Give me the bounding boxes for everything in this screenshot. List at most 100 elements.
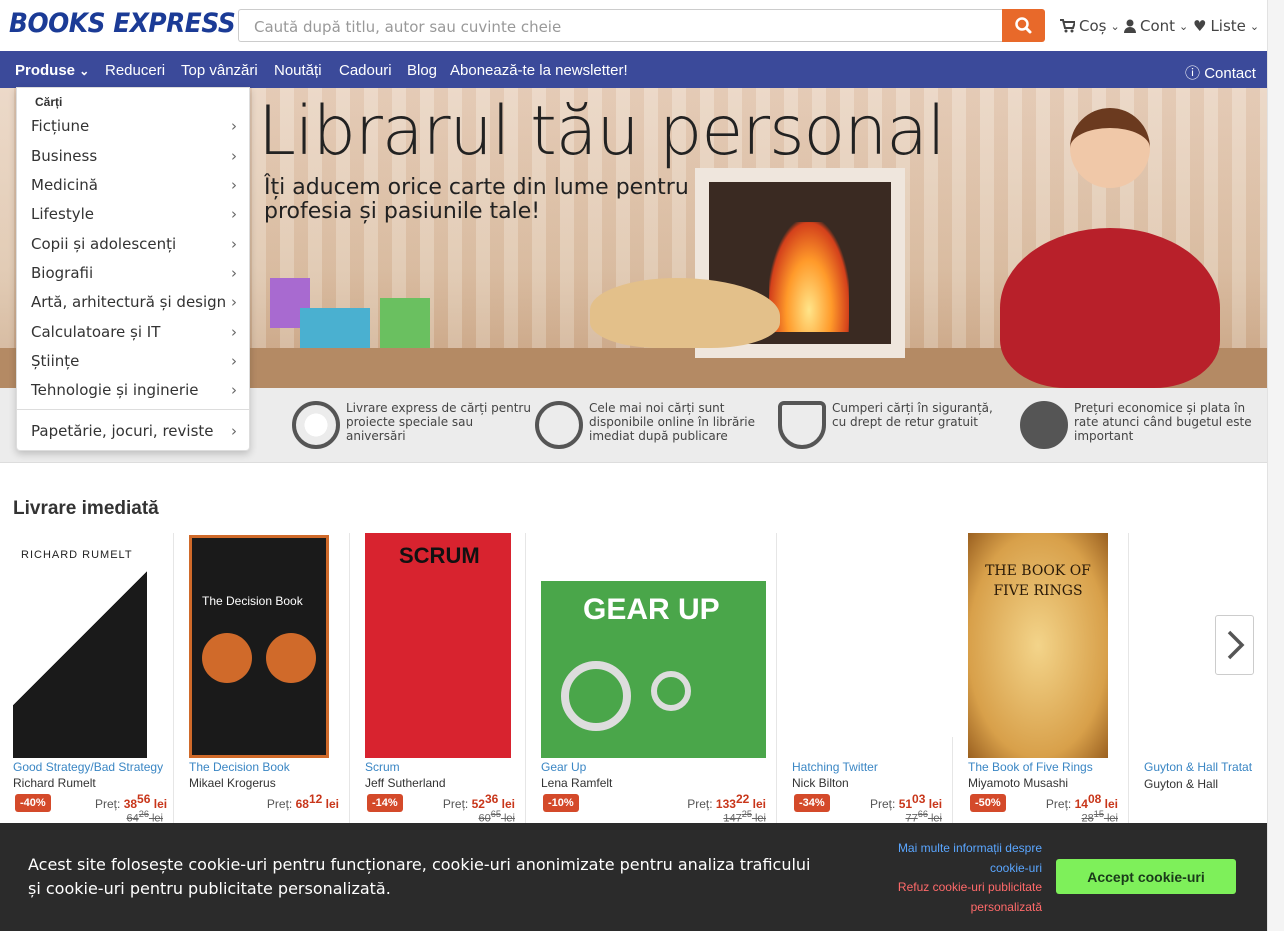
product-author: Lena Ramfelt bbox=[541, 776, 613, 790]
dropdown-item-label: Științe bbox=[31, 352, 80, 370]
product-title[interactable]: Scrum bbox=[365, 760, 515, 774]
product-divider bbox=[525, 533, 526, 823]
account-label: Cont bbox=[1140, 17, 1176, 35]
cookie-text: Acest site folosește cookie-uri pentru f… bbox=[28, 855, 811, 898]
product-author: Mikael Krogerus bbox=[189, 776, 276, 790]
product-title[interactable]: Gear Up bbox=[541, 760, 691, 774]
old-price-dec: 66 bbox=[917, 809, 928, 819]
girl-illustration bbox=[1070, 108, 1150, 188]
dropdown-item-label: Medicină bbox=[31, 176, 98, 194]
price-label: Preț: bbox=[266, 797, 293, 811]
book-cover[interactable]: GEAR UP bbox=[541, 581, 766, 758]
old-price-dec: 15 bbox=[1093, 809, 1104, 819]
dropdown-item-label: Papetărie, jocuri, reviste bbox=[31, 422, 214, 440]
globe-delivery-icon bbox=[292, 401, 340, 449]
nav-item-noutati[interactable]: Noutăți bbox=[274, 62, 322, 79]
feature-text: Cele mai noi cărți sunt disponibile onli… bbox=[589, 401, 755, 443]
product-author: Guyton & Hall bbox=[1144, 777, 1219, 791]
nav-contact[interactable]: ⓘ Contact bbox=[1185, 62, 1256, 83]
product-divider bbox=[1128, 533, 1129, 823]
dropdown-item-label: Lifestyle bbox=[31, 205, 95, 223]
dropdown-item-label: Calculatoare și IT bbox=[31, 323, 161, 341]
arrow-left-icon bbox=[202, 633, 252, 683]
nav-item-blog[interactable]: Blog bbox=[407, 62, 437, 79]
fire-illustration bbox=[769, 222, 849, 332]
dropdown-item-fictiune[interactable]: Ficțiune › bbox=[31, 117, 237, 135]
nav-products-label: Produse bbox=[15, 62, 76, 79]
chevron-down-icon: ⌄ bbox=[1249, 19, 1260, 33]
user-icon bbox=[1124, 19, 1136, 33]
dropdown-item-label: Ficțiune bbox=[31, 117, 90, 135]
chair-illustration bbox=[1000, 228, 1220, 388]
dropdown-item-arta[interactable]: Artă, arhitectură și design › bbox=[31, 293, 237, 311]
chevron-right-icon: › bbox=[231, 205, 237, 223]
feature-text: Livrare express de cărți pentru proiecte… bbox=[346, 401, 531, 443]
product-divider bbox=[173, 533, 174, 823]
product-title[interactable]: The Decision Book bbox=[189, 760, 339, 774]
product-title[interactable]: The Book of Five Rings bbox=[968, 760, 1118, 774]
section-title: Livrare imediată bbox=[13, 498, 159, 519]
info-icon: ⓘ bbox=[1185, 65, 1201, 82]
dropdown-item-label: Business bbox=[31, 147, 98, 165]
feature-safe: Cumperi cărți în siguranță, cu drept de … bbox=[778, 401, 1010, 449]
product-title[interactable]: Good Strategy/Bad Strategy bbox=[13, 760, 163, 774]
old-price-dec: 65 bbox=[490, 809, 501, 819]
cookie-more-link[interactable]: Mai multe informații despre cookie-uri bbox=[860, 838, 1042, 878]
chevron-right-icon: › bbox=[231, 264, 237, 282]
nav-item-cadouri[interactable]: Cadouri bbox=[339, 62, 392, 79]
cookie-accept-button[interactable]: Accept cookie-uri bbox=[1056, 859, 1236, 894]
discount-badge: -40% bbox=[15, 794, 51, 812]
product-title[interactable]: Hatching Twitter bbox=[792, 760, 942, 774]
dropdown-item-medicina[interactable]: Medicină › bbox=[31, 176, 237, 194]
nav-item-reduceri[interactable]: Reduceri bbox=[105, 62, 165, 79]
nav-item-top-vanzari[interactable]: Top vânzări bbox=[181, 62, 258, 79]
product-divider bbox=[776, 533, 777, 823]
lists-link[interactable]: ♥ Liste ⌄ bbox=[1193, 17, 1259, 35]
account-link[interactable]: Cont ⌄ bbox=[1124, 17, 1188, 35]
hero-subtitle: Îți aducem orice carte din lume pentru p… bbox=[264, 175, 689, 224]
chevron-down-icon: ⌄ bbox=[1179, 19, 1189, 33]
search-button[interactable] bbox=[1002, 9, 1045, 42]
price-int: 68 bbox=[295, 797, 309, 811]
nav-item-newsletter[interactable]: Abonează-te la newsletter! bbox=[450, 62, 628, 79]
cart-link[interactable]: Coș ⌄ bbox=[1060, 17, 1120, 35]
chevron-right-icon: › bbox=[231, 323, 237, 341]
book-cover[interactable]: RICHARD RUMELT bbox=[13, 533, 147, 758]
book-cover[interactable]: SCRUM bbox=[365, 533, 511, 758]
chevron-right-icon: › bbox=[231, 352, 237, 370]
dropdown-item-lifestyle[interactable]: Lifestyle › bbox=[31, 205, 237, 223]
chevron-down-icon: ⌄ bbox=[1110, 19, 1120, 33]
dropdown-item-biografii[interactable]: Biografii › bbox=[31, 264, 237, 282]
contact-label: Contact bbox=[1204, 65, 1256, 82]
dropdown-item-stiinte[interactable]: Științe › bbox=[31, 352, 237, 370]
logo[interactable]: BOOKS EXPRESS bbox=[9, 8, 236, 39]
dropdown-divider bbox=[17, 409, 249, 410]
nav-products[interactable]: Produse ⌄ bbox=[15, 62, 89, 79]
chevron-right-icon: › bbox=[231, 422, 237, 440]
book-cover[interactable]: THE BOOK OF FIVE RINGS bbox=[968, 533, 1108, 758]
discount-badge: -14% bbox=[367, 794, 403, 812]
dropdown-item-copii[interactable]: Copii și adolescenți › bbox=[31, 235, 237, 253]
dropdown-item-calculatoare[interactable]: Calculatoare și IT › bbox=[31, 323, 237, 341]
dropdown-item-tehnologie[interactable]: Tehnologie și inginerie › bbox=[31, 381, 237, 399]
product-title[interactable]: Guyton & Hall Tratat de f bbox=[1144, 760, 1254, 774]
arrow-right-icon bbox=[266, 633, 316, 683]
dropdown-item-business[interactable]: Business › bbox=[31, 147, 237, 165]
price-dec: 22 bbox=[735, 792, 750, 806]
carousel-next-button[interactable] bbox=[1215, 615, 1254, 675]
book-cover[interactable]: The Decision Book bbox=[189, 535, 329, 758]
dropdown-item-papetarie[interactable]: Papetărie, jocuri, reviste › bbox=[31, 422, 237, 440]
dropdown-heading: Cărți bbox=[35, 95, 63, 109]
top-bar: BOOKS EXPRESS Caută după titlu, autor sa… bbox=[0, 0, 1284, 51]
old-price-dec: 25 bbox=[741, 809, 752, 819]
cart-icon bbox=[1060, 19, 1075, 33]
cookie-refuse-link[interactable]: Refuz cookie-uri publicitate personaliza… bbox=[860, 877, 1042, 917]
products-dropdown: Cărți Ficțiune › Business › Medicină › Life… bbox=[16, 87, 250, 451]
gear-icon bbox=[561, 661, 631, 731]
heart-icon: ♥ bbox=[1193, 17, 1207, 35]
cart-label: Coș bbox=[1079, 17, 1107, 35]
feature-new: Cele mai noi cărți sunt disponibile onli… bbox=[535, 401, 764, 449]
price-dec: 36 bbox=[484, 792, 499, 806]
search-input[interactable]: Caută după titlu, autor sau cuvinte chei… bbox=[238, 9, 1003, 42]
scrollbar[interactable] bbox=[1267, 0, 1284, 931]
